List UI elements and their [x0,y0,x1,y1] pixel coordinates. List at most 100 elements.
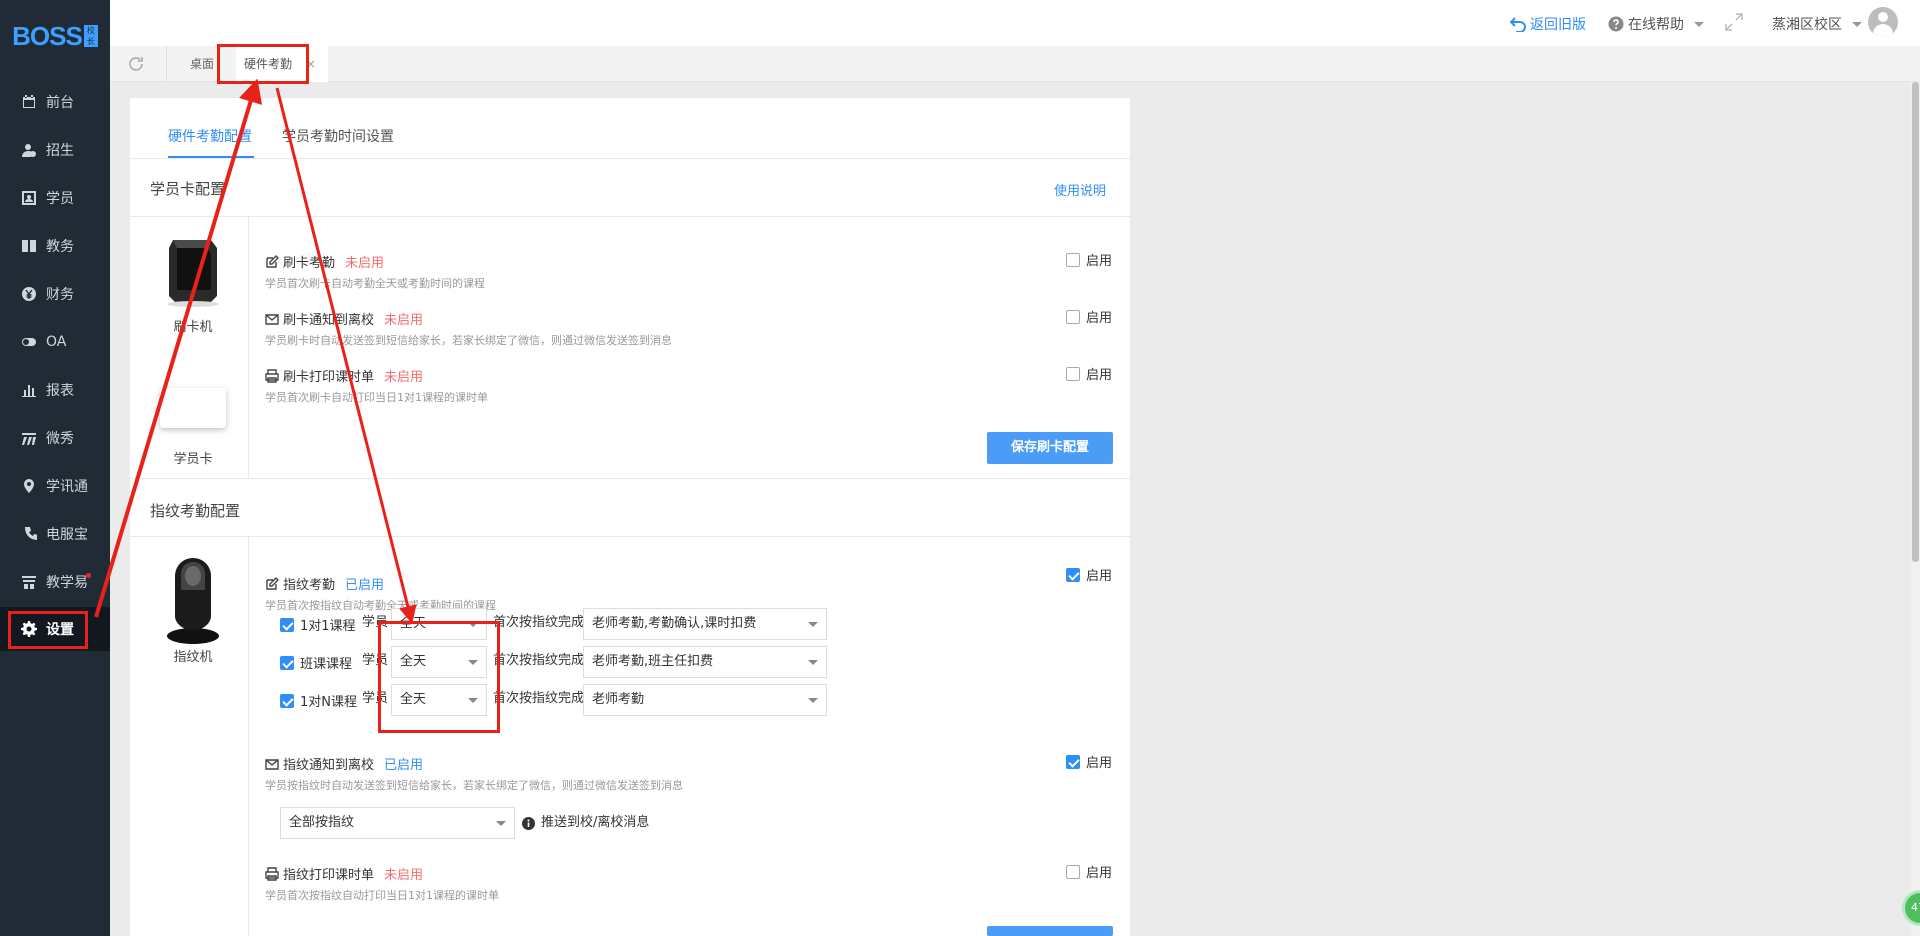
sidebar-item-enroll[interactable]: 招生 [0,128,110,172]
subtab-hardware-config[interactable]: 硬件考勤配置 [168,126,252,146]
sidebar-item-label: 教务 [46,239,74,255]
annotation-box-settings [8,611,88,649]
printer-icon [265,368,279,383]
toggle-icon [20,333,38,351]
course-action-select[interactable]: 老师考勤,考勤确认,课时扣费 [583,608,827,640]
yen-icon [20,285,38,303]
chevron-down-icon [808,698,818,703]
course-checkbox-1onN[interactable]: 1对N课程 [280,691,357,710]
course-mid-text: 首次按指纹完成 [493,691,585,706]
card-notify-feature: 刷卡通知到离校 未启用 学员刷卡时自动发送签到短信给家长，若家长绑定了微信，则通… [265,309,672,348]
location-icon [20,477,38,495]
refresh-icon[interactable] [126,54,146,74]
scrollbar-thumb[interactable] [1912,82,1919,562]
calendar-icon [20,93,38,111]
subtab-attendance-time[interactable]: 学员考勤时间设置 [282,126,394,146]
sidebar-item-dianfubao[interactable]: 电服宝 [0,512,110,556]
feature-description: 学员首次刷卡自动打印当日1对1课程的课时单 [265,391,488,404]
annotation-box-tab [217,44,309,84]
chevron-down-icon [496,821,506,826]
sidebar-item-students[interactable]: 学员 [0,176,110,220]
student-card-label: 学员卡 [173,452,213,467]
divider [248,216,249,478]
checkbox[interactable] [1066,309,1080,324]
card-attendance-enable-checkbox[interactable]: 启用 [1066,250,1112,269]
notify-mode-select[interactable]: 全部按指纹 [280,807,515,839]
sidebar-item-label: 学讯通 [46,479,88,495]
fingerprint-print-enable-checkbox[interactable]: 启用 [1066,862,1112,881]
campus-label: 蒸湘区校区 [1772,17,1842,33]
teach-icon [20,573,38,591]
checkbox[interactable] [1066,864,1080,879]
select-value: 老师考勤 [592,692,645,707]
fingerprint-notify-enable-checkbox[interactable]: 启用 [1066,752,1112,771]
sidebar-item-label: 学员 [46,191,74,207]
feature-name: 刷卡通知到离校 [283,313,375,328]
feature-name: 指纹考勤 [283,578,336,593]
course-checkbox-class[interactable]: 班课课程 [280,653,352,672]
id-card-icon [20,189,38,207]
back-to-old-version-link[interactable]: 返回旧版 [1510,14,1586,34]
checkbox[interactable] [1066,754,1080,769]
divider [130,536,1130,537]
usage-guide-link[interactable]: 使用说明 [1054,180,1106,199]
card-reader-device: 刷卡机 [158,234,228,335]
fullscreen-icon[interactable] [1725,13,1743,31]
checkbox-label: 启用 [1086,756,1113,771]
course-action-select[interactable]: 老师考勤 [583,684,827,716]
course-action-select[interactable]: 老师考勤,班主任扣费 [583,646,827,678]
edit-icon [266,576,279,590]
checkbox[interactable] [280,655,294,670]
sidebar-item-jiaoxueyi[interactable]: 教学易 [0,560,110,604]
student-card-image [160,388,226,428]
checkbox-label: 启用 [1086,311,1113,326]
notify-hint: 推送到校/离校消息 [522,807,649,839]
feature-name: 指纹打印课时单 [283,868,375,883]
fingerprint-attendance-enable-checkbox[interactable]: 启用 [1066,565,1112,584]
info-icon [522,816,535,830]
sidebar-item-weixiu[interactable]: 微秀 [0,416,110,460]
online-help-label: 在线帮助 [1628,17,1684,33]
sidebar-item-label: 财务 [46,287,74,303]
sidebar-item-academic[interactable]: 教务 [0,224,110,268]
fingerprint-section-title: 指纹考勤配置 [150,502,241,520]
brand-logo[interactable]: BOSS 校长 [0,0,110,72]
feature-description: 学员首次刷卡自动考勤全天或考勤时间的课程 [265,277,485,290]
fingerprint-device: 指纹机 [158,556,228,665]
save-card-config-button[interactable]: 保存刷卡配置 [987,432,1113,464]
sidebar-item-label: OA [46,334,67,350]
course-label: 班课课程 [300,657,353,672]
printer-icon [265,866,279,881]
sidebar-item-finance[interactable]: 财务 [0,272,110,316]
card-attendance-feature: 刷卡考勤 未启用 学员首次刷卡自动考勤全天或考勤时间的课程 [265,252,485,291]
course-checkbox-1on1[interactable]: 1对1课程 [280,615,356,634]
sidebar-item-label: 前台 [46,95,74,111]
sidebar-item-reports[interactable]: 报表 [0,368,110,412]
sidebar-item-oa[interactable]: OA [0,320,110,364]
sidebar-item-frontdesk[interactable]: 前台 [0,80,110,124]
sidebar-item-label: 教学易 [46,575,88,591]
status-badge: 已启用 [345,578,385,593]
logo-badge: 校长 [83,25,98,47]
course-mid-text: 首次按指纹完成 [493,615,585,630]
mail-icon [265,758,279,770]
checkbox[interactable] [1066,567,1080,582]
sidebar-item-xuexuntong[interactable]: 学讯通 [0,464,110,508]
campus-selector[interactable]: 蒸湘区校区 [1772,14,1862,34]
bar-chart-icon [20,381,38,399]
card-print-enable-checkbox[interactable]: 启用 [1066,364,1112,383]
checkbox-label: 启用 [1086,569,1113,584]
save-fingerprint-config-button[interactable] [987,926,1113,936]
course-mid-text: 首次按指纹完成 [493,653,585,668]
user-add-icon [20,141,38,159]
avatar[interactable] [1868,7,1898,37]
checkbox[interactable] [280,617,294,632]
checkbox[interactable] [1066,252,1080,267]
online-help-menu[interactable]: 在线帮助 [1608,14,1704,34]
annotation-box-time [378,621,500,733]
checkbox[interactable] [280,693,294,708]
checkbox[interactable] [1066,366,1080,381]
fingerprint-device-label: 指纹机 [173,650,213,665]
card-notify-enable-checkbox[interactable]: 启用 [1066,307,1112,326]
course-label: 1对1课程 [300,619,356,634]
